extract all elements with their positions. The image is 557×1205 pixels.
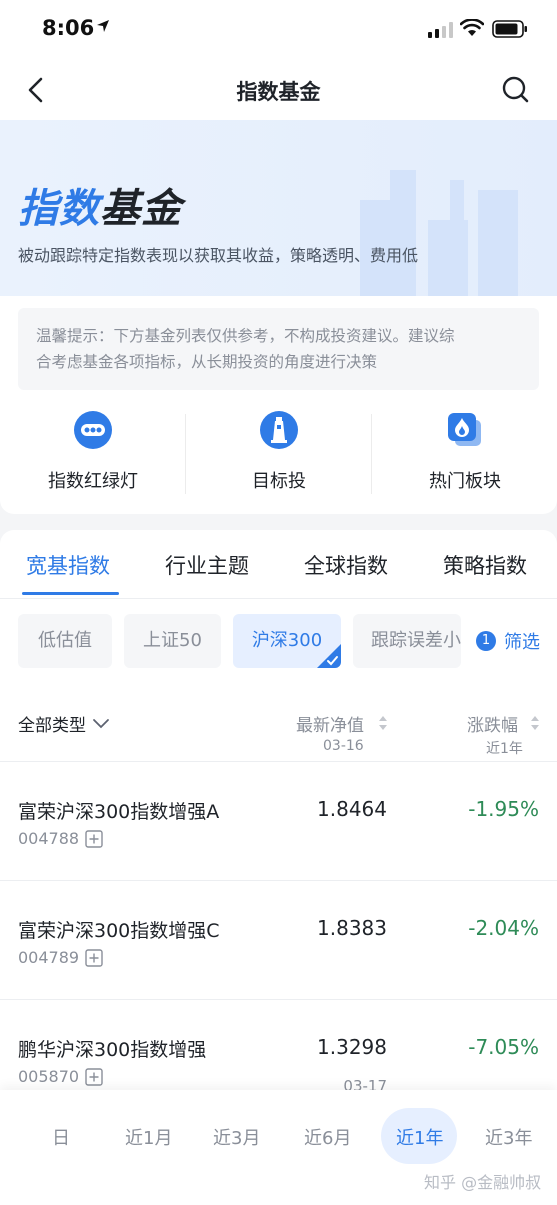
feature-label: 指数红绿灯	[48, 471, 138, 492]
wifi-icon	[460, 19, 484, 36]
fund-row[interactable]: 鹏华沪深300指数增强 005870 1.3298 03-17 -7.05%	[0, 999, 557, 1090]
banner-title: 指数基金	[18, 176, 182, 234]
flame-icon	[448, 413, 481, 446]
feature-label: 目标投	[252, 471, 306, 492]
navigation-bar: 指数基金	[0, 60, 557, 120]
feature-card: 温馨提示：下方基金列表仅供参考，不构成投资建议。建议综 合考虑基金各项指标，从长…	[0, 296, 557, 514]
fund-row[interactable]: 富荣沪深300指数增强C 004789 1.8383 -2.04%	[0, 880, 557, 999]
sort-icon[interactable]	[530, 715, 540, 731]
fund-nav-date: 03-17	[343, 1077, 387, 1090]
fund-code: 004789	[18, 948, 80, 967]
filter-count-badge: 1	[476, 631, 496, 651]
fund-code-group: 004788	[18, 829, 103, 848]
row-divider	[0, 999, 557, 1000]
filter-label: 筛选	[504, 632, 540, 653]
change-period: 近1年	[486, 741, 523, 757]
fund-nav: 1.8464	[317, 797, 387, 821]
period-1m[interactable]: 近1月	[125, 1124, 172, 1150]
chip-low-valuation[interactable]: 低估值	[18, 614, 112, 668]
battery-icon	[492, 20, 527, 38]
change-column-header[interactable]: 涨跌幅	[467, 711, 518, 736]
page-title: 指数基金	[236, 80, 321, 104]
fund-name: 富荣沪深300指数增强A	[18, 801, 220, 823]
period-6m[interactable]: 近6月	[304, 1124, 351, 1150]
chip-csi300[interactable]: 沪深300	[233, 614, 341, 668]
building-illustration	[360, 170, 518, 298]
disclaimer-tip: 温馨提示：下方基金列表仅供参考，不构成投资建议。建议综 合考虑基金各项指标，从长…	[18, 308, 539, 390]
period-day[interactable]: 日	[52, 1124, 70, 1150]
row-divider	[0, 880, 557, 881]
fund-row[interactable]: 富荣沪深300指数增强A 004788 1.8464 -1.95%	[0, 761, 557, 880]
fund-change: -7.05%	[468, 1035, 539, 1059]
lighthouse-icon	[260, 411, 298, 449]
chip-tracking-error[interactable]: 跟踪误差小	[353, 614, 461, 668]
active-tab-indicator	[22, 592, 119, 595]
chevron-down-icon	[93, 718, 109, 728]
feature-target-invest[interactable]: 目标投	[186, 410, 372, 494]
nav-date: 03-16	[323, 738, 364, 754]
fund-name: 富荣沪深300指数增强C	[18, 920, 220, 942]
filter-chips: 低估值 上证50 沪深300 跟踪误差小 1 筛选	[0, 599, 557, 685]
chip-label: 沪深300	[251, 630, 323, 651]
category-tabs: 宽基指数 行业主题 全球指数 策略指数	[0, 530, 557, 600]
cellular-signal-icon	[428, 22, 453, 38]
tab-global[interactable]: 全球指数	[304, 550, 388, 580]
fund-code: 005870	[18, 1067, 80, 1086]
fund-code-group: 004789	[18, 948, 103, 967]
tab-strategy[interactable]: 策略指数	[443, 550, 527, 580]
period-3y[interactable]: 近3年	[485, 1124, 532, 1150]
status-bar: 8:06	[0, 0, 557, 60]
add-watchlist-icon[interactable]	[85, 829, 103, 848]
fund-name: 鹏华沪深300指数增强	[18, 1039, 207, 1061]
location-arrow-icon	[97, 20, 109, 32]
period-3m[interactable]: 近3月	[213, 1124, 260, 1150]
banner-title-highlight: 指数	[18, 186, 100, 232]
fund-list: 全部类型 最新净值 03-16 涨跌幅 近1年 富荣沪深300指数增强A 004…	[0, 685, 557, 1090]
type-dropdown-label: 全部类型	[18, 716, 86, 736]
banner-title-rest: 基金	[100, 186, 182, 232]
period-1y[interactable]: 近1年	[396, 1124, 443, 1150]
banner-description: 被动跟踪特定指数表现以获取其收益，策略透明、费用低	[18, 246, 419, 265]
feature-hot-sectors[interactable]: 热门板块	[372, 410, 557, 494]
chip-sse50[interactable]: 上证50	[124, 614, 221, 668]
add-watchlist-icon[interactable]	[85, 1067, 103, 1086]
tab-industry[interactable]: 行业主题	[165, 550, 249, 580]
row-divider	[0, 761, 557, 762]
watermark: 知乎 @金融帅叔	[424, 1173, 542, 1192]
fund-code-group: 005870	[18, 1067, 103, 1086]
hero-banner: 指数基金 被动跟踪特定指数表现以获取其收益，策略透明、费用低	[0, 120, 557, 298]
traffic-light-icon	[74, 411, 112, 449]
filter-button[interactable]: 1 筛选	[476, 629, 540, 653]
period-selector: 日 近1月 近3月 近6月 近1年 近3年 知乎 @金融帅叔	[0, 1090, 557, 1205]
type-dropdown[interactable]: 全部类型	[18, 711, 110, 736]
fund-nav: 1.8383	[317, 916, 387, 940]
check-corner-icon	[317, 644, 341, 668]
feature-label: 热门板块	[429, 471, 501, 492]
sort-icon[interactable]	[378, 715, 388, 731]
nav-column-header[interactable]: 最新净值	[296, 711, 364, 736]
tip-line-2: 合考虑基金各项指标，从长期投资的角度进行决策	[36, 353, 378, 371]
tab-broad-index[interactable]: 宽基指数	[26, 550, 110, 580]
tip-line-1: 温馨提示：下方基金列表仅供参考，不构成投资建议。建议综	[36, 327, 455, 345]
feature-traffic-light[interactable]: 指数红绿灯	[0, 410, 186, 494]
fund-nav: 1.3298	[317, 1035, 387, 1059]
status-time: 8:06	[42, 16, 95, 40]
fund-change: -2.04%	[468, 916, 539, 940]
add-watchlist-icon[interactable]	[85, 948, 103, 967]
search-icon[interactable]	[500, 74, 532, 106]
fund-change: -1.95%	[468, 797, 539, 821]
fund-code: 004788	[18, 829, 80, 848]
